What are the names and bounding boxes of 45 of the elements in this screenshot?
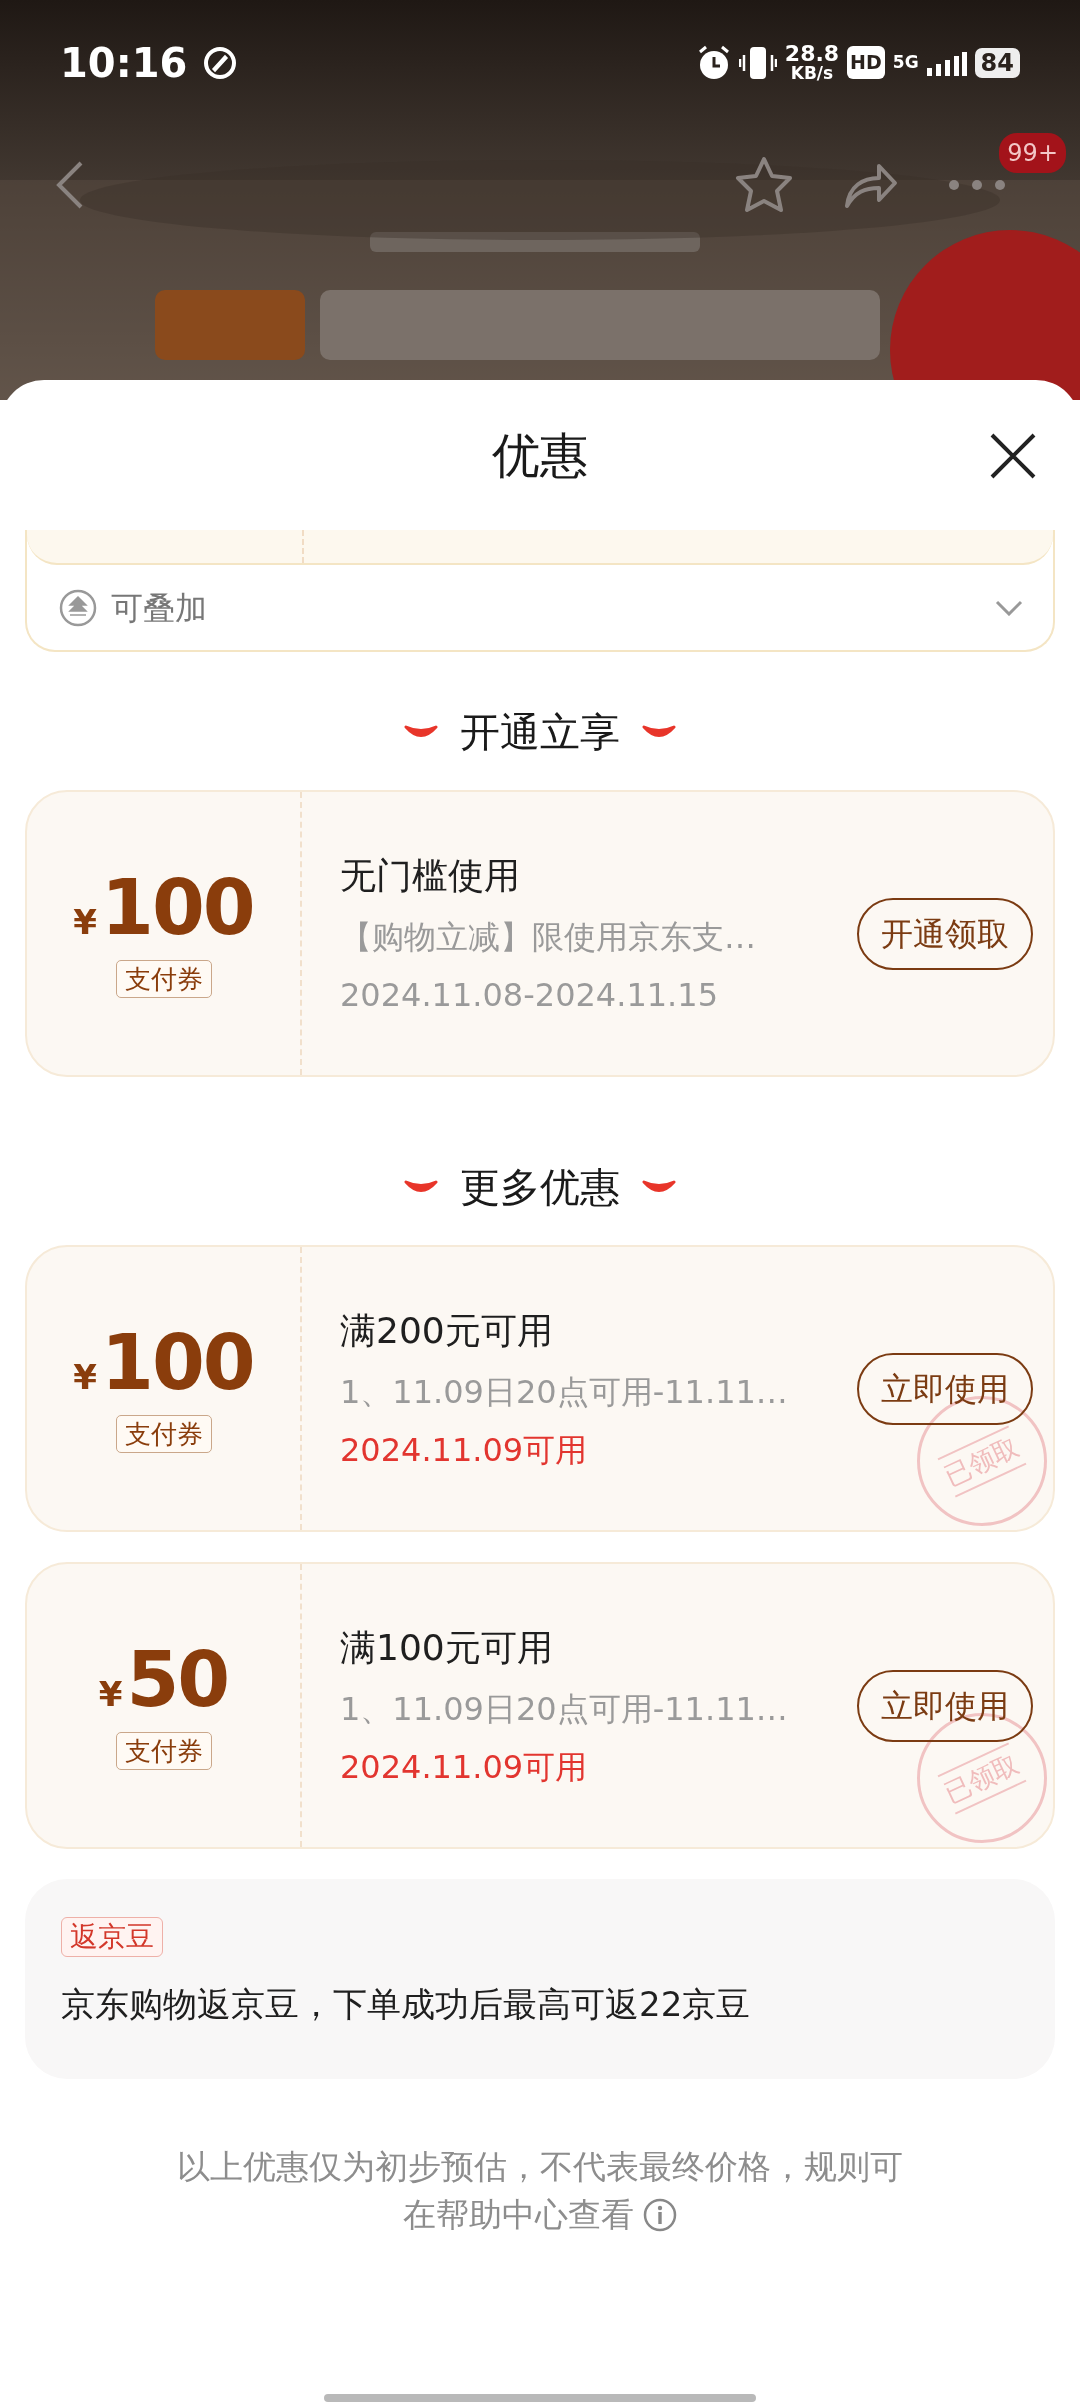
coupon-type-tag: 支付券	[115, 1731, 212, 1770]
coupon-title: 无门槛使用	[340, 853, 521, 898]
coupon-validity: 2024.11.08-2024.11.15	[340, 974, 719, 1016]
coupon-amount: ¥50	[98, 1641, 229, 1718]
smile-icon	[642, 724, 676, 740]
notification-count: 99+	[999, 133, 1066, 173]
smile-icon	[404, 724, 438, 740]
coupon-validity: 2024.11.09可用	[340, 1746, 589, 1788]
stack-icon	[59, 588, 97, 627]
coupon-description: 【购物立减】限使用京东支…	[340, 916, 757, 958]
alarm-icon	[696, 44, 731, 81]
info-icon[interactable]	[641, 2197, 678, 2233]
speed-unit: KB/s	[790, 65, 834, 82]
coupon-action-button[interactable]: 立即使用	[857, 1669, 1033, 1742]
rebate-text: 京东购物返京豆，下单成功后最高可返22京豆	[61, 1983, 751, 2026]
sheet-title: 优惠	[492, 426, 588, 485]
smile-icon	[642, 1179, 676, 1195]
disclaimer-text: 在帮助中心查看	[402, 2194, 634, 2236]
star-icon[interactable]	[733, 155, 795, 215]
coupon-type-tag: 支付券	[115, 959, 212, 998]
section-title: 更多优惠	[460, 1163, 620, 1212]
coupon-title: 满200元可用	[340, 1308, 554, 1353]
smile-icon	[404, 1179, 438, 1195]
network-speed: 28.8	[784, 43, 840, 65]
coupon-title: 满100元可用	[340, 1625, 554, 1670]
coupon-amount: ¥100	[73, 869, 254, 946]
rebate-tag: 返京豆	[61, 1917, 163, 1957]
compass-icon	[203, 45, 238, 80]
coupon-type-tag: 支付券	[115, 1414, 212, 1453]
section-title: 开通立享	[460, 708, 620, 757]
coupon-action-button[interactable]: 开通领取	[857, 897, 1033, 970]
coupon-amount: ¥100	[73, 1324, 254, 1401]
coupon-description: 1、11.09日20点可用-11.11…	[340, 1688, 789, 1730]
network-type: 5G	[892, 54, 919, 71]
disclaimer-text: 以上优惠仅为初步预估，不代表最终价格，规则可	[177, 2147, 903, 2186]
coupon-action-button[interactable]: 立即使用	[857, 1352, 1033, 1425]
stackable-label: 可叠加	[111, 587, 207, 629]
coupon-validity: 2024.11.09可用	[340, 1429, 589, 1471]
status-time: 10:16	[60, 38, 188, 88]
chevron-down-icon[interactable]	[995, 599, 1023, 616]
vibrate-icon	[738, 44, 777, 81]
back-icon[interactable]	[55, 160, 85, 210]
coupon-description: 1、11.09日20点可用-11.11…	[340, 1371, 789, 1413]
hd-label: HD	[847, 46, 885, 79]
more-icon[interactable]	[947, 178, 1007, 192]
